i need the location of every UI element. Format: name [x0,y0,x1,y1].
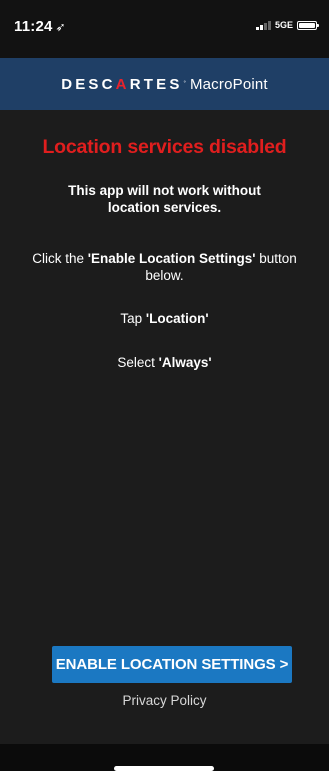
signal-bars-icon [256,20,271,30]
product-name: MacroPoint [189,75,268,93]
brand-mark: ° [183,81,186,87]
brand-name: DESCARTES [61,75,183,93]
network-type: 5GE [274,20,293,30]
status-bar: 11:24 ➶ 5GE [0,0,329,58]
clock-time: 11:24 [14,18,53,35]
warning-text: This app will not work without location … [68,183,261,215]
home-indicator[interactable] [114,766,214,771]
privacy-policy-link[interactable]: Privacy Policy [0,693,329,708]
enable-location-settings-button[interactable]: ENABLE LOCATION SETTINGS > [52,646,292,683]
descartes-macropoint-logo: DESCARTES ° MacroPoint [61,76,268,93]
brand-accent-a: A [115,75,130,93]
page-title: Location services disabled [42,136,287,158]
instruction-tap-location: Tap 'Location' [120,311,209,326]
app-header: DESCARTES ° MacroPoint [0,58,329,110]
instruction-enable-settings: Click the 'Enable Location Settings' but… [32,251,297,283]
location-arrow-icon: ➶ [55,20,66,34]
status-time: 11:24 ➶ [14,18,66,35]
battery-icon [297,20,319,30]
instruction-select-always: Select 'Always' [117,355,212,370]
status-indicators: 5GE [256,20,319,30]
